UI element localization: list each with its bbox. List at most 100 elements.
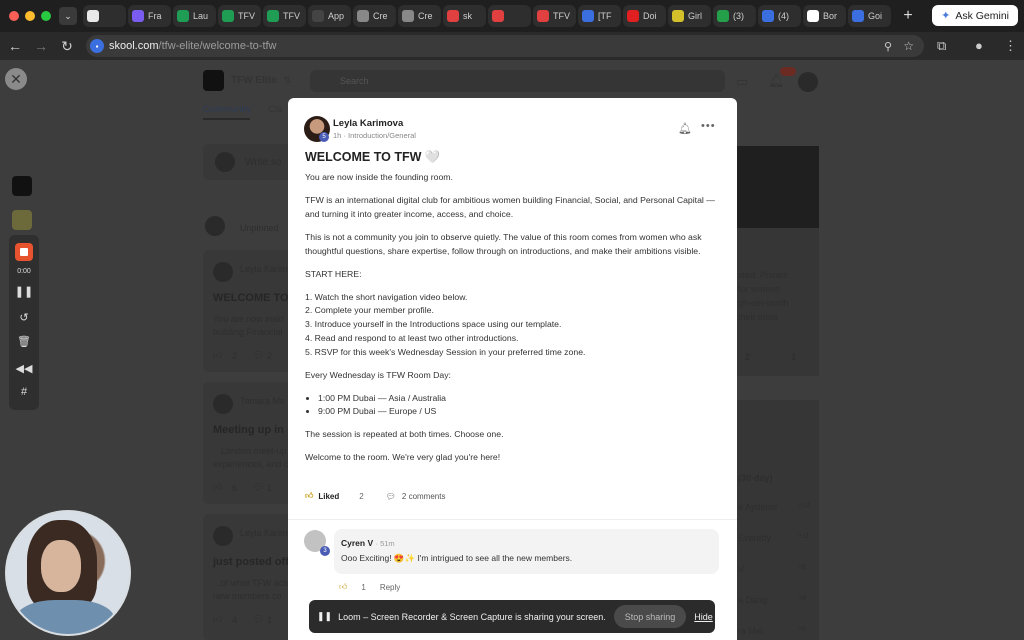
rewind-icon[interactable]: ◀◀ [9, 362, 39, 375]
group-header[interactable]: TFW Elite ⇅ [203, 70, 291, 91]
maximize-window-button[interactable] [41, 11, 51, 21]
site-info-icon[interactable]: ▪ [90, 39, 104, 53]
ask-gemini-button[interactable]: ✦ Ask Gemini [932, 5, 1018, 26]
tab-title: TFV [238, 11, 255, 21]
leaderboard-panel: (30-day) e Aydemir +13 Everetty +11 V +8 a Dan… [737, 400, 819, 640]
pause-icon[interactable]: ❚❚ [9, 285, 39, 298]
comment-author-name[interactable]: Cyren V [341, 538, 373, 548]
tab-classroom[interactable]: Cla [268, 104, 282, 115]
tab-favicon-icon [132, 10, 144, 22]
forward-arrow-icon[interactable]: → [28, 38, 54, 54]
browser-tab[interactable]: Cre [398, 5, 441, 27]
step-item: 3. Introduce yourself in the Introductio… [305, 319, 562, 330]
browser-tab[interactable]: Doi [623, 5, 666, 27]
community-search-input[interactable]: Search [310, 70, 725, 92]
reply-button[interactable]: Reply [380, 583, 400, 592]
loom-tool-icon[interactable] [12, 176, 32, 196]
reload-icon[interactable]: ↻ [54, 38, 80, 55]
browser-tab[interactable]: sk [443, 5, 486, 27]
group-name: TFW Elite [231, 75, 277, 86]
like-button[interactable]: 👍︎ Liked [305, 491, 339, 501]
camera-person-shirt [15, 600, 115, 634]
close-window-button[interactable] [9, 11, 19, 21]
browser-tab[interactable]: Goi [848, 5, 891, 27]
sharing-message: Loom – Screen Recorder & Screen Capture … [338, 611, 606, 622]
feed-like-icon[interactable]: 👍︎ [213, 614, 222, 625]
session-item: 1:00 PM Dubai — Asia / Australia [318, 392, 720, 406]
feed-comment-icon[interactable]: 💬︎ [253, 614, 264, 625]
browser-tab[interactable]: TFV [263, 5, 306, 27]
camera-person-face [41, 540, 81, 592]
more-options-icon[interactable]: ••• [701, 120, 716, 132]
hide-sharing-bar-button[interactable]: Hide [694, 612, 713, 622]
browser-tab[interactable] [488, 5, 531, 27]
chat-icon[interactable]: ▭ [736, 74, 748, 90]
leaderboard-name[interactable]: V [738, 564, 744, 574]
leaderboard-points: +5 [798, 626, 806, 633]
browser-tab[interactable]: (3) [713, 5, 756, 27]
about-text: sted. Private [738, 270, 789, 280]
group-switcher-icon[interactable]: ⇅ [284, 75, 292, 86]
comment-like-icon[interactable]: 👍︎ [339, 582, 347, 592]
delete-trash-icon[interactable]: 🗑︎ [9, 335, 39, 348]
feed-like-icon[interactable]: 👍︎ [213, 482, 222, 493]
browser-tab[interactable]: Cre [353, 5, 396, 27]
browser-tab[interactable]: TFV [218, 5, 261, 27]
stat-value: 2 [745, 352, 751, 362]
feed-like-icon[interactable]: 👍︎ [213, 350, 222, 361]
feed-snippet: ...of what TFW actu [213, 578, 291, 588]
feed-comment-icon[interactable]: 💬︎ [253, 482, 264, 493]
browser-menu-icon[interactable]: ⋮ [1004, 38, 1017, 54]
browser-tab[interactable]: Bor [803, 5, 846, 27]
feed-avatar [213, 394, 233, 414]
tab-favicon-icon [177, 10, 189, 22]
stop-recording-button[interactable] [15, 243, 33, 261]
comments-button[interactable]: 💬︎ 2 comments [386, 492, 446, 501]
new-tab-plus-icon[interactable]: + [899, 7, 917, 25]
browser-tab[interactable]: [TF [578, 5, 621, 27]
feed-snippet: building Financial [213, 327, 283, 337]
browser-tab-strip: ⌄ Fra Lau TFV TFV App Cre Cre sk TFV [TF Doi Girl (3… [0, 0, 1024, 32]
bell-icon[interactable]: 🔔︎ [678, 122, 692, 135]
leaderboard-name[interactable]: a Dang [738, 595, 767, 605]
post-paragraph: START HERE: [305, 268, 362, 279]
restart-icon[interactable]: ↺ [9, 311, 39, 324]
minimize-window-button[interactable] [25, 11, 35, 21]
feed-snippet: London meet-up [221, 446, 287, 456]
address-bar[interactable]: ▪ skool.com /tfw-elite/welcome-to-tfw ⚲ … [86, 35, 924, 57]
close-icon[interactable]: ✕ [5, 68, 27, 90]
browser-tab[interactable]: TFV [533, 5, 576, 27]
back-arrow-icon[interactable]: ← [2, 38, 28, 54]
feed-comment-icon[interactable]: 💬︎ [253, 350, 264, 361]
post-category[interactable]: Introduction/General [348, 131, 416, 140]
comment-like-count: 1 [361, 582, 366, 592]
loom-avatar-icon[interactable] [12, 210, 32, 230]
post-author-name[interactable]: Leyla Karimova [333, 118, 403, 129]
post-body: You are now inside the founding room. TF… [305, 171, 720, 474]
grid-icon[interactable]: # [9, 386, 39, 398]
stop-sharing-button[interactable]: Stop sharing [613, 605, 687, 628]
browser-tab[interactable] [83, 5, 126, 27]
leaderboard-name[interactable]: e Aydemir [738, 502, 778, 512]
zoom-magnifier-icon[interactable]: ⚲ [884, 40, 892, 53]
extensions-puzzle-icon[interactable]: ⧉ [937, 38, 946, 54]
browser-tab[interactable]: Girl [668, 5, 711, 27]
leaderboard-name[interactable]: ra Mei [738, 626, 763, 636]
tab-favicon-icon [267, 10, 279, 22]
browser-tab[interactable]: Lau [173, 5, 216, 27]
browser-tab[interactable]: App [308, 5, 351, 27]
bookmark-star-icon[interactable]: ☆ [903, 39, 914, 53]
like-count[interactable]: 2 [359, 492, 363, 501]
tab-search-chevron-icon[interactable]: ⌄ [59, 7, 77, 25]
browser-tab[interactable]: (4) [758, 5, 801, 27]
comment-author-line: Cyren V · 51m [341, 538, 395, 548]
like-label: Liked [318, 491, 340, 501]
comment-bubble-icon: 💬︎ [385, 491, 396, 501]
profile-avatar-icon[interactable]: ● [975, 38, 983, 53]
user-avatar[interactable] [798, 72, 818, 92]
tab-community[interactable]: Community [203, 104, 251, 115]
loom-camera-bubble[interactable] [5, 510, 131, 636]
write-post-placeholder: Write so [245, 157, 282, 168]
leaderboard-name[interactable]: Everetty [738, 533, 771, 543]
browser-tab[interactable]: Fra [128, 5, 171, 27]
